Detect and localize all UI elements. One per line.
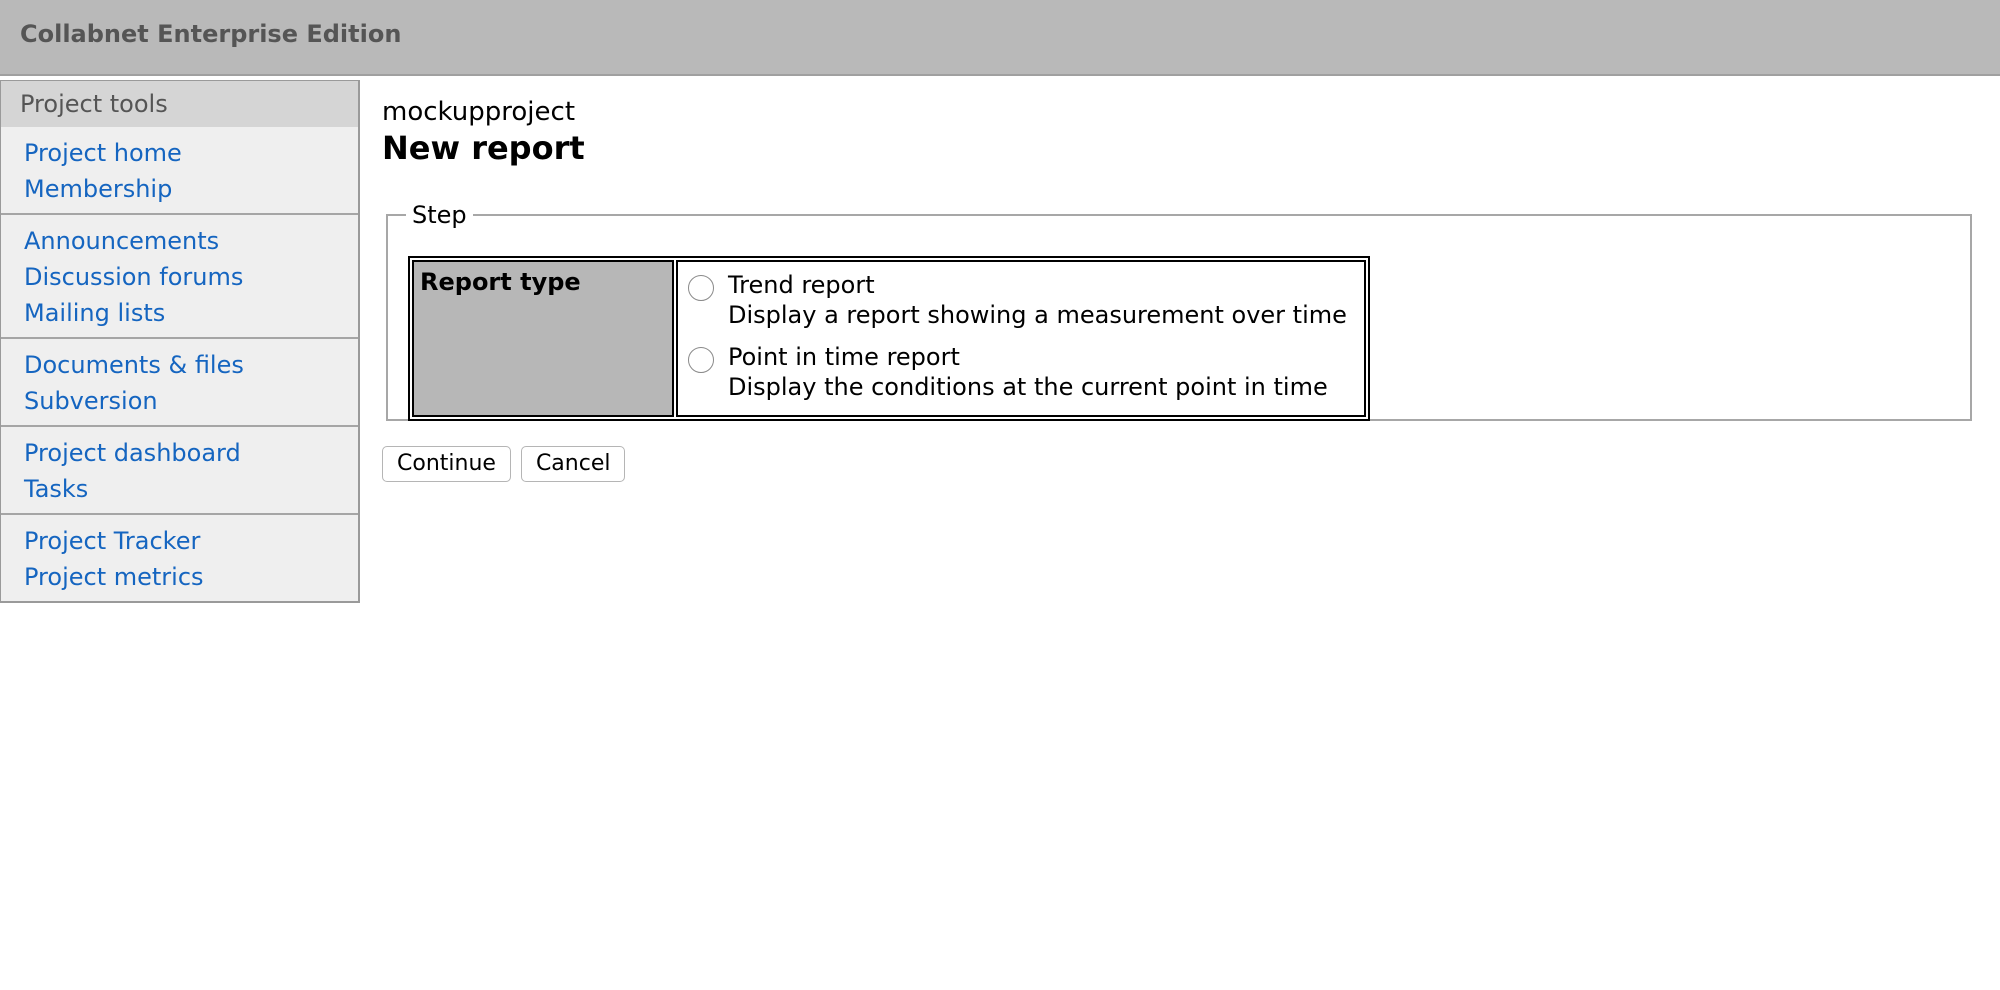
project-name: mockupproject (382, 97, 576, 127)
sidebar-item-project-dashboard[interactable]: Project dashboard (24, 435, 358, 471)
sidebar-item-membership[interactable]: Membership (24, 171, 358, 207)
sidebar-item-tasks[interactable]: Tasks (24, 471, 358, 507)
report-type-label: Report type (412, 260, 674, 417)
report-type-table: Report type Trend report Display a repor… (408, 256, 1370, 421)
sidebar-item-project-home[interactable]: Project home (24, 135, 358, 171)
sidebar-item-documents-files[interactable]: Documents & files (24, 347, 358, 383)
point-in-time-report-title: Point in time report (728, 343, 960, 371)
sidebar-item-project-tracker[interactable]: Project Tracker (24, 523, 358, 559)
top-header-bar: Collabnet Enterprise Edition (0, 0, 2000, 76)
report-type-options: Trend report Display a report showing a … (676, 260, 1366, 417)
sidebar-header: Project tools (1, 81, 358, 127)
app-title: Collabnet Enterprise Edition (20, 20, 402, 48)
sidebar-item-subversion[interactable]: Subversion (24, 383, 358, 419)
trend-report-title: Trend report (728, 271, 875, 299)
sidebar-item-discussion-forums[interactable]: Discussion forums (24, 259, 358, 295)
step-fieldset: Step Report type Trend report Display a … (386, 201, 1972, 421)
cancel-button[interactable]: Cancel (520, 446, 626, 482)
option-trend-report: Trend report Display a report showing a … (688, 270, 1354, 330)
continue-button[interactable]: Continue (382, 446, 511, 482)
sidebar-group-tracker: Project Tracker Project metrics (1, 515, 358, 601)
trend-report-description: Display a report showing a measurement o… (728, 301, 1347, 329)
sidebar-item-project-metrics[interactable]: Project metrics (24, 559, 358, 595)
sidebar-group-files: Documents & files Subversion (1, 339, 358, 427)
sidebar-item-mailing-lists[interactable]: Mailing lists (24, 295, 358, 331)
sidebar-group-project: Project home Membership (1, 127, 358, 215)
page-title: New report (382, 129, 585, 167)
trend-report-radio[interactable] (688, 275, 714, 301)
sidebar-group-communication: Announcements Discussion forums Mailing … (1, 215, 358, 339)
option-point-in-time-report: Point in time report Display the conditi… (688, 342, 1354, 402)
point-in-time-report-radio[interactable] (688, 347, 714, 373)
form-buttons: Continue Cancel (382, 446, 635, 482)
sidebar: Project tools Project home Membership An… (0, 80, 360, 603)
step-legend: Step (412, 201, 467, 229)
sidebar-group-tasks: Project dashboard Tasks (1, 427, 358, 515)
sidebar-item-announcements[interactable]: Announcements (24, 223, 358, 259)
main-content: mockupproject New report Step Report typ… (382, 94, 1982, 482)
point-in-time-report-description: Display the conditions at the current po… (728, 373, 1328, 401)
